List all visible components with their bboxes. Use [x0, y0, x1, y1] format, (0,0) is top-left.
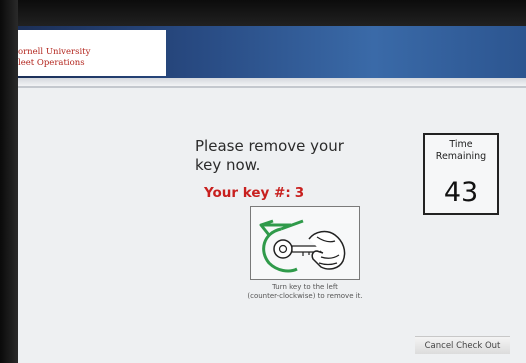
instruction-line-1: Turn key to the left — [272, 283, 338, 291]
kiosk-screen: ornell University leet Operations Please… — [18, 26, 526, 363]
turn-key-instruction: Turn key to the left (counter-clockwise)… — [220, 283, 390, 301]
university-logo: ornell University leet Operations — [18, 30, 166, 76]
message-line-2: key now. — [195, 156, 261, 174]
time-label-line-1: Time — [449, 139, 473, 150]
cancel-check-out-button[interactable]: Cancel Check Out — [415, 336, 510, 354]
header-divider-line — [18, 86, 526, 88]
logo-line-department: leet Operations — [18, 58, 85, 68]
time-remaining-box: Time Remaining 43 — [423, 133, 499, 215]
header-banner: ornell University leet Operations — [18, 26, 526, 78]
monitor-bezel-top — [0, 0, 526, 28]
key-turn-illustration — [250, 206, 360, 280]
remove-key-message: Please remove your key now. — [195, 137, 395, 175]
monitor-bezel-left — [0, 0, 18, 363]
time-remaining-value: 43 — [443, 177, 479, 208]
key-number-value: 3 — [294, 185, 305, 201]
message-line-1: Please remove your — [195, 137, 344, 155]
time-remaining-label: Time Remaining — [425, 139, 497, 163]
key-number-label: Your key #: 3 — [204, 185, 384, 201]
header-divider — [18, 78, 526, 86]
key-number-text: Your key #: — [204, 185, 291, 201]
instruction-line-2: (counter-clockwise) to remove it. — [247, 292, 363, 300]
time-label-line-2: Remaining — [435, 151, 487, 162]
hand-turning-key-icon — [259, 219, 346, 273]
logo-line-university: ornell University — [18, 47, 91, 57]
